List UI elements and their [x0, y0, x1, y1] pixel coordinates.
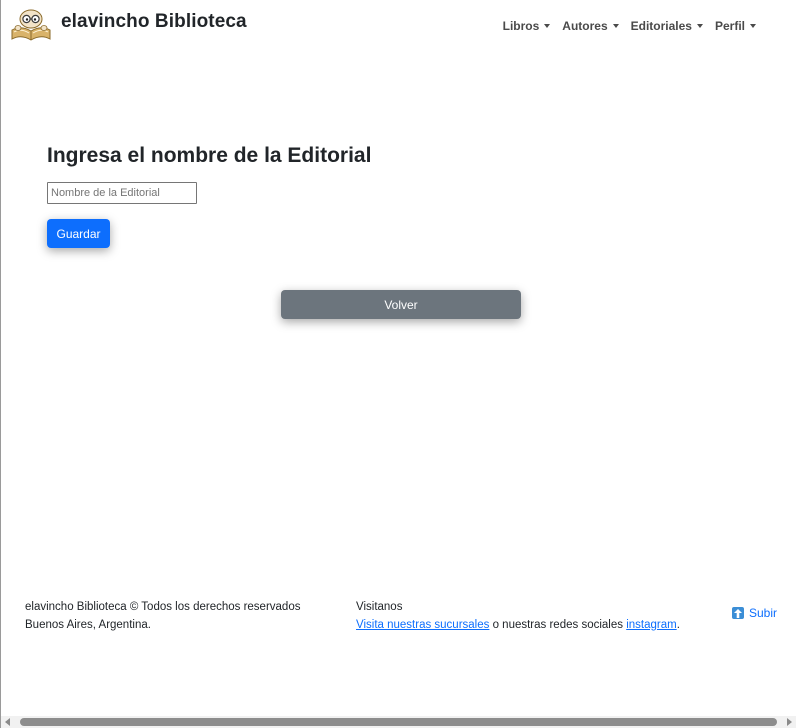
back-button[interactable]: Volver — [281, 290, 521, 319]
nav-menu: Libros Autores Editoriales Perfil — [503, 19, 756, 33]
caret-down-icon — [696, 24, 703, 28]
nav-item-label: Editoriales — [630, 19, 692, 33]
book-reading-logo-icon — [11, 9, 51, 41]
page-title: Ingresa el nombre de la Editorial — [47, 144, 372, 167]
nav-item-label: Autores — [562, 19, 608, 33]
brand-link[interactable]: elavincho Biblioteca — [10, 8, 247, 42]
caret-down-icon — [612, 24, 619, 28]
arrow-up-icon — [732, 607, 744, 619]
footer-visit: Visitanos Visita nuestras sucursales o n… — [356, 598, 680, 634]
horizontal-scrollbar[interactable] — [1, 716, 796, 728]
branches-link[interactable]: Visita nuestras sucursales — [356, 619, 489, 631]
visit-line: Visita nuestras sucursales o nuestras re… — [356, 616, 680, 634]
nav-item-autores[interactable]: Autores — [562, 19, 619, 33]
nav-item-label: Perfil — [714, 19, 745, 33]
caret-down-icon — [750, 24, 756, 28]
page: elavincho Biblioteca Libros Autores Edit… — [0, 0, 796, 728]
scroll-up-label: Subir — [749, 606, 778, 620]
copyright-text: elavincho Biblioteca © Todos los derecho… — [25, 601, 301, 613]
save-button[interactable]: Guardar — [47, 219, 110, 248]
nav-item-editoriales[interactable]: Editoriales — [631, 19, 703, 33]
social-text: o nuestras redes sociales — [489, 619, 627, 631]
editorial-name-input[interactable] — [47, 182, 197, 204]
location-text: Buenos Aires, Argentina. — [25, 619, 151, 631]
nav-item-perfil[interactable]: Perfil — [715, 19, 756, 33]
footer-info: elavincho Biblioteca © Todos los derecho… — [25, 598, 300, 634]
brand-name: elavincho Biblioteca — [61, 11, 247, 32]
nav-item-libros[interactable]: Libros — [503, 19, 551, 33]
scroll-up-link[interactable]: Subir — [732, 606, 777, 620]
scroll-right-arrow-icon[interactable] — [787, 718, 792, 726]
visit-heading: Visitanos — [356, 601, 403, 613]
scroll-left-arrow-icon[interactable] — [5, 718, 10, 726]
navbar: elavincho Biblioteca Libros Autores Edit… — [1, 0, 796, 52]
nav-item-label: Libros — [502, 19, 540, 33]
scrollbar-thumb[interactable] — [20, 718, 777, 726]
caret-down-icon — [544, 24, 551, 28]
period-text: . — [676, 619, 680, 631]
instagram-link[interactable]: instagram — [626, 619, 677, 631]
